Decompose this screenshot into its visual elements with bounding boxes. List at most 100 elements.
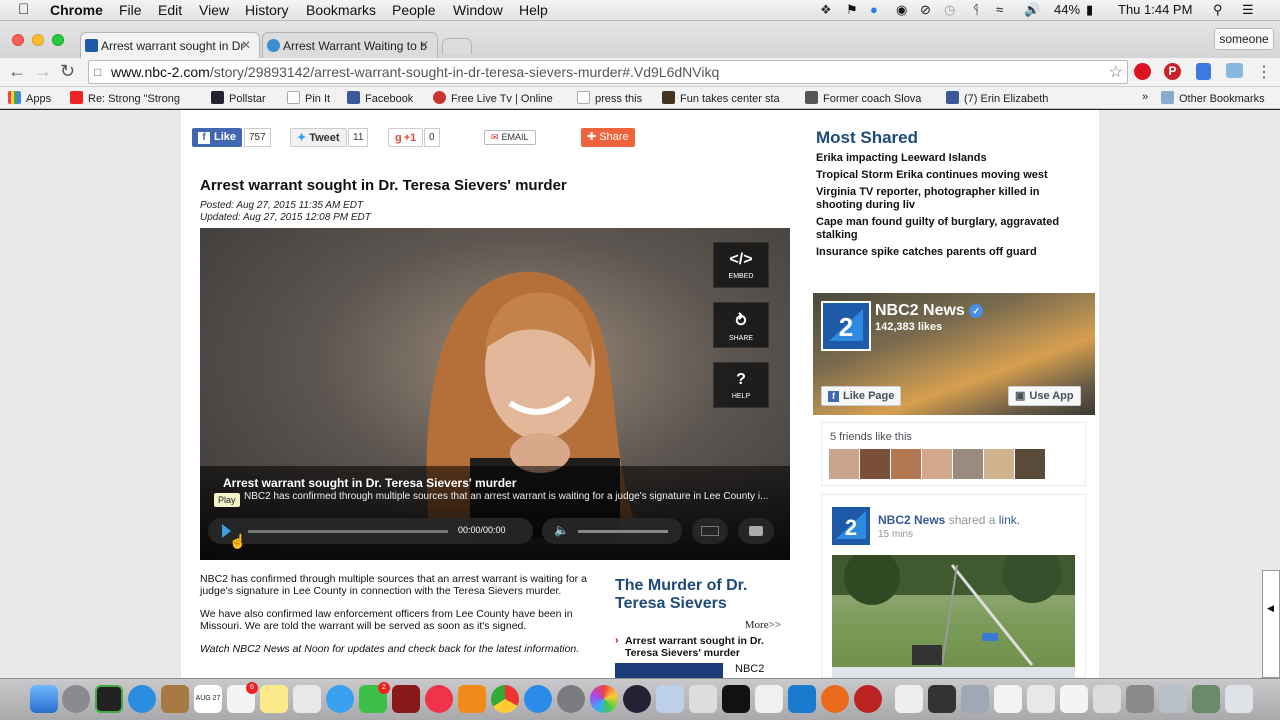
google-plus-button[interactable]: g +1 xyxy=(388,128,424,147)
bookmark-funtakes[interactable]: Fun takes center sta xyxy=(662,91,790,105)
avatar[interactable] xyxy=(1015,449,1045,479)
tab-active[interactable]: Arrest warrant sought in Dr ✕ xyxy=(80,32,260,58)
dock-file-icon[interactable] xyxy=(961,685,989,713)
bookmark-erin[interactable]: (7) Erin Elizabeth xyxy=(946,91,1048,105)
most-shared-item[interactable]: Cape man found guilty of burglary, aggra… xyxy=(816,216,1086,242)
volume-icon[interactable]: 🔊 xyxy=(1024,2,1040,18)
console-icon[interactable] xyxy=(722,685,750,713)
preview-icon[interactable] xyxy=(293,685,321,713)
bookmark-youtube[interactable]: Re: Strong "Strong xyxy=(70,91,195,105)
tab-inactive[interactable]: Arrest Warrant Waiting to b ✕ xyxy=(262,32,438,58)
zoom-window-button[interactable] xyxy=(52,34,64,46)
post-author[interactable]: NBC2 News xyxy=(878,513,945,527)
back-icon[interactable]: ← xyxy=(8,61,26,82)
caret-left-icon[interactable]: ◀ xyxy=(1267,603,1274,614)
battery-icon[interactable]: ▮ xyxy=(1086,2,1093,18)
close-window-button[interactable] xyxy=(12,34,24,46)
spotlight-icon[interactable]: ⚲ xyxy=(1213,2,1223,18)
tweet-button[interactable]: ✦ Tweet xyxy=(290,128,347,147)
most-shared-item[interactable]: Tropical Storm Erika continues moving we… xyxy=(816,169,1086,182)
bookmark-pollstar[interactable]: Pollstar xyxy=(211,91,266,105)
menu-view[interactable]: View xyxy=(199,2,229,18)
bookmarks-overflow-icon[interactable]: » xyxy=(1142,91,1148,103)
dock-file-icon[interactable] xyxy=(1093,685,1121,713)
fullscreen-button[interactable] xyxy=(738,518,774,544)
itunes-icon[interactable] xyxy=(425,685,453,713)
fb-like-page-button[interactable]: f Like Page xyxy=(821,386,902,406)
photo-booth-icon[interactable] xyxy=(392,685,420,713)
post-link[interactable]: link. xyxy=(999,513,1020,527)
embed-button[interactable]: </> EMBED xyxy=(713,242,769,288)
help-button[interactable]: ? HELP xyxy=(713,362,769,408)
chrome-icon[interactable] xyxy=(491,685,519,713)
safari-icon[interactable] xyxy=(128,685,156,713)
quicktime-icon[interactable] xyxy=(623,685,651,713)
most-shared-item[interactable]: Virginia TV reporter, photographer kille… xyxy=(816,186,1086,212)
forward-icon[interactable]: → xyxy=(34,61,52,82)
camera-extension-icon[interactable] xyxy=(1226,63,1243,78)
reminders-icon[interactable]: 6 xyxy=(227,682,258,713)
profile-button[interactable]: someone xyxy=(1214,28,1274,50)
chrome-menu-icon[interactable]: ⋮ xyxy=(1256,62,1272,82)
calendar-icon[interactable]: AUG 27 xyxy=(194,685,222,713)
avatar[interactable] xyxy=(891,449,921,479)
dock-file-icon[interactable] xyxy=(994,685,1022,713)
share-button[interactable]: ✚ Share xyxy=(581,128,635,147)
address-bar[interactable]: □ www.nbc-2.com/story/29893142/arrest-wa… xyxy=(88,60,1128,84)
dropbox-icon[interactable]: ❖ xyxy=(820,2,832,18)
record-icon[interactable]: ◉ xyxy=(896,2,907,18)
facebook-like-button[interactable]: f Like xyxy=(192,128,243,147)
menu-people[interactable]: People xyxy=(392,2,436,18)
dock-file-icon[interactable] xyxy=(1060,685,1088,713)
scroll-widget[interactable]: ◀ xyxy=(1262,570,1280,678)
bookmark-formercoach[interactable]: Former coach Slova xyxy=(805,91,929,105)
menu-window[interactable]: Window xyxy=(453,2,503,18)
avatar[interactable] xyxy=(922,449,952,479)
image-capture-icon[interactable] xyxy=(656,685,684,713)
trash-icon[interactable] xyxy=(1225,685,1253,713)
minimize-window-button[interactable] xyxy=(32,34,44,46)
close-tab-icon[interactable]: ✕ xyxy=(419,38,429,52)
do-not-disturb-icon[interactable]: ⊘ xyxy=(920,2,931,18)
app-store-icon[interactable] xyxy=(524,685,552,713)
dock-file-icon[interactable] xyxy=(1126,685,1154,713)
menu-file[interactable]: File xyxy=(119,2,142,18)
other-bookmarks[interactable]: Other Bookmarks xyxy=(1161,91,1265,105)
dock-file-icon[interactable] xyxy=(928,685,956,713)
notification-bell-icon[interactable]: ⚑ xyxy=(846,2,858,18)
post-image[interactable] xyxy=(832,555,1075,678)
seek-bar[interactable] xyxy=(248,530,448,533)
downloads-icon[interactable] xyxy=(854,685,882,713)
firefox-icon[interactable] xyxy=(821,685,849,713)
reload-icon[interactable]: ↻ xyxy=(60,61,75,82)
wifi-icon[interactable]: ≈ xyxy=(996,2,1003,17)
messages-icon[interactable] xyxy=(326,685,354,713)
most-shared-item[interactable]: Erika impacting Leeward Islands xyxy=(816,152,1086,165)
avatar[interactable] xyxy=(953,449,983,479)
bookmark-pressthis[interactable]: press this xyxy=(577,91,642,105)
adblock-extension-icon[interactable] xyxy=(1134,63,1151,80)
menu-edit[interactable]: Edit xyxy=(158,2,182,18)
bookmark-freelivetv[interactable]: Free Live Tv | Online xyxy=(433,91,558,105)
dock-file-icon[interactable] xyxy=(1027,685,1055,713)
related-title[interactable]: The Murder of Dr. Teresa Sievers xyxy=(615,577,795,613)
screenshot-icon[interactable] xyxy=(689,685,717,713)
close-tab-icon[interactable]: ✕ xyxy=(241,38,251,52)
bluetooth-icon[interactable]: ᛩ xyxy=(972,2,980,17)
fb-page-name[interactable]: NBC2 News ✓ xyxy=(875,302,984,320)
related-thumb-row[interactable]: NBC2 xyxy=(615,663,795,678)
dock-file-icon[interactable] xyxy=(1192,685,1220,713)
bookmark-star-icon[interactable]: ☆ xyxy=(1109,62,1123,82)
ibooks-icon[interactable] xyxy=(458,685,486,713)
dock-file-icon[interactable] xyxy=(895,685,923,713)
email-button[interactable]: ✉ EMAIL xyxy=(484,130,536,145)
notes-folder-icon[interactable] xyxy=(161,685,189,713)
pinterest-extension-icon[interactable]: P xyxy=(1164,63,1181,80)
stickies-icon[interactable] xyxy=(260,685,288,713)
fb-use-app-button[interactable]: ▣ Use App xyxy=(1008,386,1081,406)
textedit-icon[interactable] xyxy=(755,685,783,713)
system-preferences-icon[interactable] xyxy=(557,685,585,713)
related-link[interactable]: Arrest warrant sought in Dr. Teresa Siev… xyxy=(615,634,795,659)
cc-button[interactable] xyxy=(692,518,728,544)
apple-icon[interactable]:  xyxy=(18,1,29,18)
